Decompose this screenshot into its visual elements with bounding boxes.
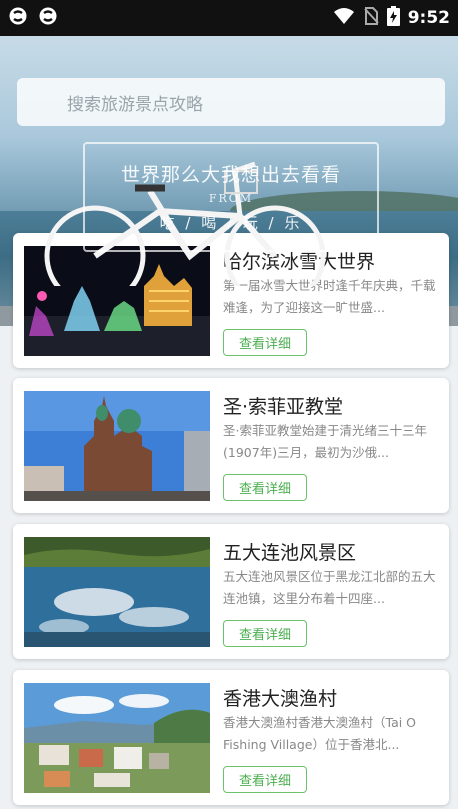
attraction-card[interactable]: 香港大澳渔村 香港大澳渔村香港大澳渔村（Tai O Fishing Villag… <box>13 670 449 805</box>
view-details-button[interactable]: 查看详细 <box>223 620 307 647</box>
battery-charging-icon <box>386 6 400 30</box>
attraction-card[interactable]: 五大连池风景区 五大连池风景区位于黑龙江北部的五大连池镇，这里分布着十四座...… <box>13 524 449 659</box>
attraction-thumbnail <box>24 391 210 501</box>
slogan-tags: 吃 / 喝 / 玩 / 乐 <box>159 214 303 232</box>
notification-app-icon <box>8 6 28 30</box>
attraction-thumbnail <box>24 537 210 647</box>
clock: 9:52 <box>407 8 450 28</box>
no-sim-icon <box>363 7 379 29</box>
attraction-thumbnail <box>24 683 210 793</box>
wifi-icon <box>333 7 355 29</box>
attraction-title: 五大连池风景区 <box>223 542 357 564</box>
attraction-card[interactable]: 圣·索菲亚教堂 圣·索菲亚教堂始建于清光绪三十三年(1907年)三月，最初为沙俄… <box>13 378 449 513</box>
search-input[interactable]: 搜索旅游景点攻略 <box>17 78 445 126</box>
view-details-button[interactable]: 查看详细 <box>223 329 307 356</box>
slogan-text: 世界那么大我想出去看看 <box>120 164 341 186</box>
notification-app-icon <box>38 6 58 30</box>
attraction-description: 圣·索菲亚教堂始建于清光绪三十三年(1907年)三月，最初为沙俄... <box>223 423 427 460</box>
attraction-description: 香港大澳渔村香港大澳渔村（Tai O Fishing Village）位于香港北… <box>223 715 417 752</box>
search-placeholder: 搜索旅游景点攻略 <box>67 94 203 115</box>
view-details-button[interactable]: 查看详细 <box>223 766 307 793</box>
slogan-subtext: FROM <box>208 192 254 205</box>
status-bar: 9:52 <box>0 0 458 36</box>
attraction-description: 五大连池风景区位于黑龙江北部的五大连池镇，这里分布着十四座... <box>223 569 436 606</box>
slogan-frame: 世界那么大我想出去看看 FROM 吃 / 喝 / 玩 / 乐 <box>83 142 379 252</box>
attraction-title: 圣·索菲亚教堂 <box>223 396 344 418</box>
attraction-title: 香港大澳渔村 <box>223 688 338 710</box>
view-details-button[interactable]: 查看详细 <box>223 474 307 501</box>
